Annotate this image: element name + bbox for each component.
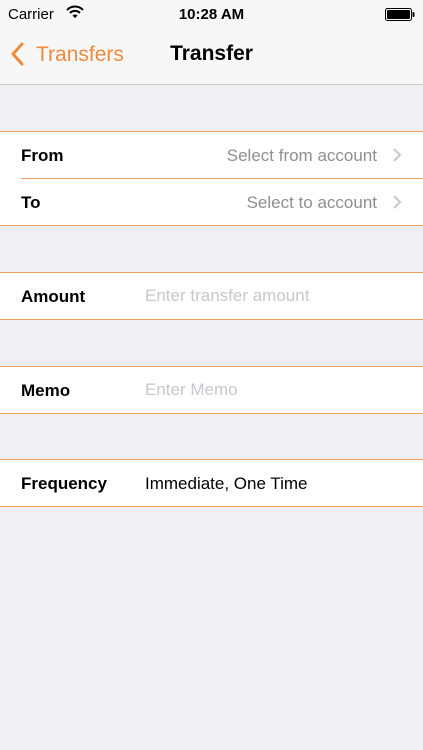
- accounts-group: From Select from account To Select to ac…: [0, 131, 423, 226]
- navigation-bar: Transfers Transfer: [0, 28, 423, 85]
- disclosure-icon: [393, 148, 402, 162]
- memo-group: Memo: [0, 366, 423, 414]
- to-account-row[interactable]: To Select to account: [21, 178, 423, 225]
- amount-group: Amount: [0, 272, 423, 320]
- frequency-value: Immediate, One Time: [145, 474, 308, 493]
- frequency-row[interactable]: Frequency Immediate, One Time: [0, 460, 423, 506]
- battery-icon: [385, 8, 415, 21]
- amount-input[interactable]: [145, 283, 405, 309]
- to-account-value: Select to account: [246, 193, 377, 212]
- frequency-label: Frequency: [21, 474, 107, 493]
- from-label: From: [21, 146, 64, 165]
- page-title: Transfer: [170, 42, 253, 65]
- from-account-row[interactable]: From Select from account: [0, 132, 423, 178]
- status-time: 10:28 AM: [178, 6, 245, 23]
- memo-label: Memo: [21, 381, 71, 400]
- to-label: To: [21, 193, 41, 212]
- status-bar: Carrier 10:28 AM: [0, 0, 423, 28]
- amount-row: Amount: [0, 273, 423, 319]
- memo-input[interactable]: [145, 377, 405, 403]
- frequency-group: Frequency Immediate, One Time: [0, 459, 423, 507]
- amount-label: Amount: [21, 287, 86, 306]
- from-account-value: Select from account: [226, 146, 377, 165]
- disclosure-icon: [393, 195, 402, 209]
- memo-row: Memo: [0, 367, 423, 413]
